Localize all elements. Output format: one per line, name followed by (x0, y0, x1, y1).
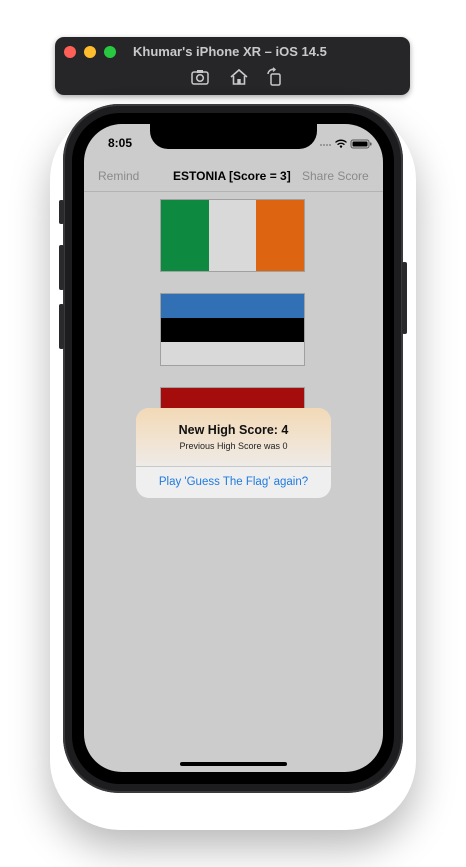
notch (150, 124, 317, 149)
share-score-button[interactable]: Share Score (302, 169, 369, 183)
rotate-icon[interactable] (265, 67, 285, 87)
stage: Khumar's iPhone XR – iOS 14.5 8:05 Remin… (0, 0, 466, 867)
high-score-alert: New High Score: 4 Previous High Score wa… (136, 408, 331, 498)
flag-stripe (161, 200, 209, 271)
nav-title: ESTONIA [Score = 3] (173, 169, 291, 183)
alert-header (136, 408, 331, 466)
flag-stripe (161, 342, 304, 365)
status-time: 8:05 (108, 136, 133, 150)
home-indicator[interactable] (180, 762, 287, 766)
cellular-icon (320, 144, 331, 146)
wifi-icon (335, 139, 347, 145)
flag-stripe (256, 200, 304, 271)
power-button (402, 262, 407, 334)
flag-button-1[interactable] (161, 200, 304, 271)
flag-stripe (161, 318, 304, 342)
volume-up-button (59, 245, 64, 290)
play-again-button[interactable]: Play 'Guess The Flag' again? (136, 466, 331, 498)
alert-title: New High Score: 4 (178, 423, 289, 437)
zoom-window-button[interactable] (104, 46, 116, 58)
remind-button[interactable]: Remind (98, 169, 139, 183)
minimize-window-button[interactable] (84, 46, 96, 58)
close-window-button[interactable] (64, 46, 76, 58)
flag-button-2[interactable] (161, 294, 304, 365)
alert-message: Previous High Score was 0 (179, 441, 288, 451)
phone-screen: 8:05 Remind ESTONIA [Score = 3] Share Sc… (84, 124, 383, 772)
battery-icon (350, 139, 372, 149)
home-icon[interactable] (229, 67, 249, 87)
simulator-title: Khumar's iPhone XR – iOS 14.5 (133, 44, 327, 59)
volume-down-button (59, 304, 64, 349)
flag-stripe (161, 294, 304, 318)
navigation-bar: Remind ESTONIA [Score = 3] Share Score (84, 164, 383, 192)
simulator-window-bar: Khumar's iPhone XR – iOS 14.5 (55, 37, 410, 95)
status-icons (319, 136, 375, 150)
flag-stripe (209, 200, 256, 271)
mute-switch (59, 200, 64, 224)
screenshot-icon[interactable] (190, 67, 210, 87)
